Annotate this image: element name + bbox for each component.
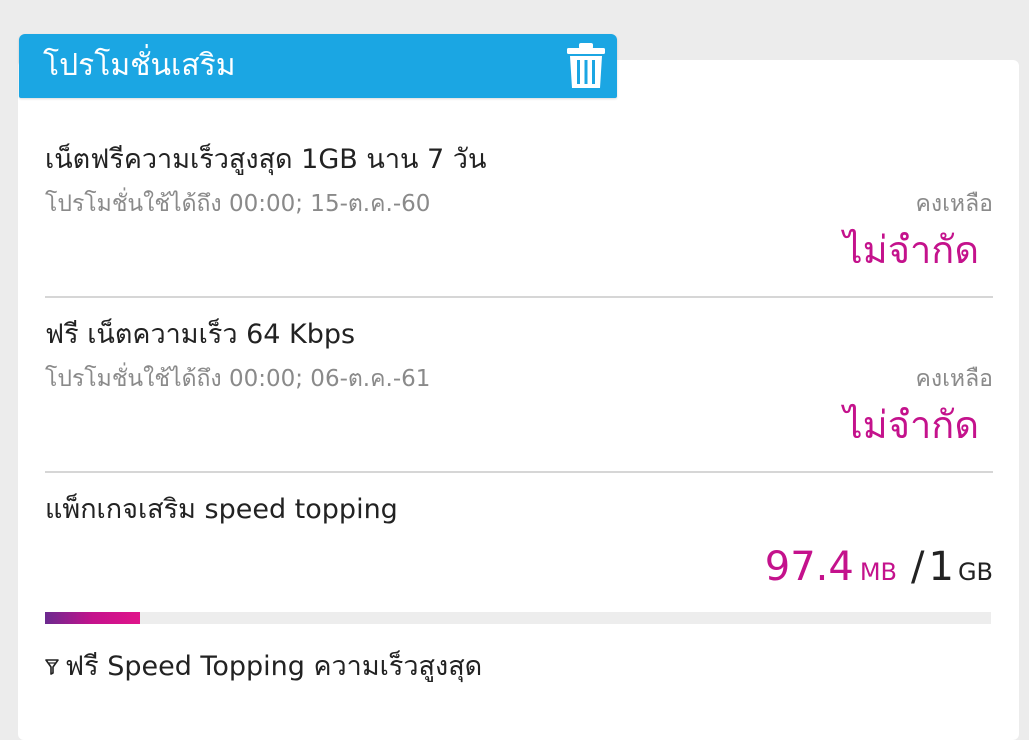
promotion-title: ฟรี เน็ตความเร็ว 64 Kbps bbox=[45, 319, 356, 350]
usage-progress-fill bbox=[45, 612, 140, 624]
used-amount: 97.4 bbox=[764, 544, 854, 590]
divider bbox=[45, 296, 993, 298]
sub-item-label: ฟรี Speed Topping ความเร็วสูงสุด bbox=[65, 651, 483, 682]
usage-progress-bar bbox=[45, 612, 991, 624]
promotion-item[interactable]: เน็ตฟรีความเร็วสูงสุด 1GB นาน 7 วัน โปรโ… bbox=[45, 140, 993, 290]
promotion-item[interactable]: ฟรี เน็ตความเร็ว 64 Kbps โปรโมชั่นใช้ได้… bbox=[45, 315, 993, 465]
usage-separator: / bbox=[911, 544, 925, 590]
remaining-label: คงเหลือ bbox=[915, 191, 993, 217]
package-sub-item[interactable]: ฟรี Speed Topping ความเร็วสูงสุด bbox=[45, 650, 482, 684]
remaining-value: ไม่จำกัด bbox=[843, 403, 979, 447]
remaining-label: คงเหลือ bbox=[915, 366, 993, 392]
promotion-validity: โปรโมชั่นใช้ได้ถึง 00:00; 06-ต.ค.-61 bbox=[45, 366, 431, 392]
total-amount: 1 bbox=[928, 544, 954, 590]
trash-icon[interactable] bbox=[565, 42, 607, 90]
promotion-title: เน็ตฟรีความเร็วสูงสุด 1GB นาน 7 วัน bbox=[45, 144, 487, 175]
promotion-validity: โปรโมชั่นใช้ได้ถึง 00:00; 15-ต.ค.-60 bbox=[45, 191, 431, 217]
used-unit: MB bbox=[859, 558, 897, 586]
remaining-value: ไม่จำกัด bbox=[843, 228, 979, 272]
total-unit: GB bbox=[957, 558, 993, 586]
usage-readout: 97.4 MB /1 GB bbox=[765, 543, 993, 599]
promotions-header: โปรโมชั่นเสริม bbox=[19, 34, 617, 98]
divider bbox=[45, 471, 993, 473]
funnel-icon bbox=[45, 658, 59, 676]
header-title: โปรโมชั่นเสริม bbox=[43, 48, 236, 83]
package-item[interactable]: แพ็กเกจเสริม speed topping bbox=[45, 490, 993, 530]
package-title: แพ็กเกจเสริม speed topping bbox=[45, 494, 398, 525]
